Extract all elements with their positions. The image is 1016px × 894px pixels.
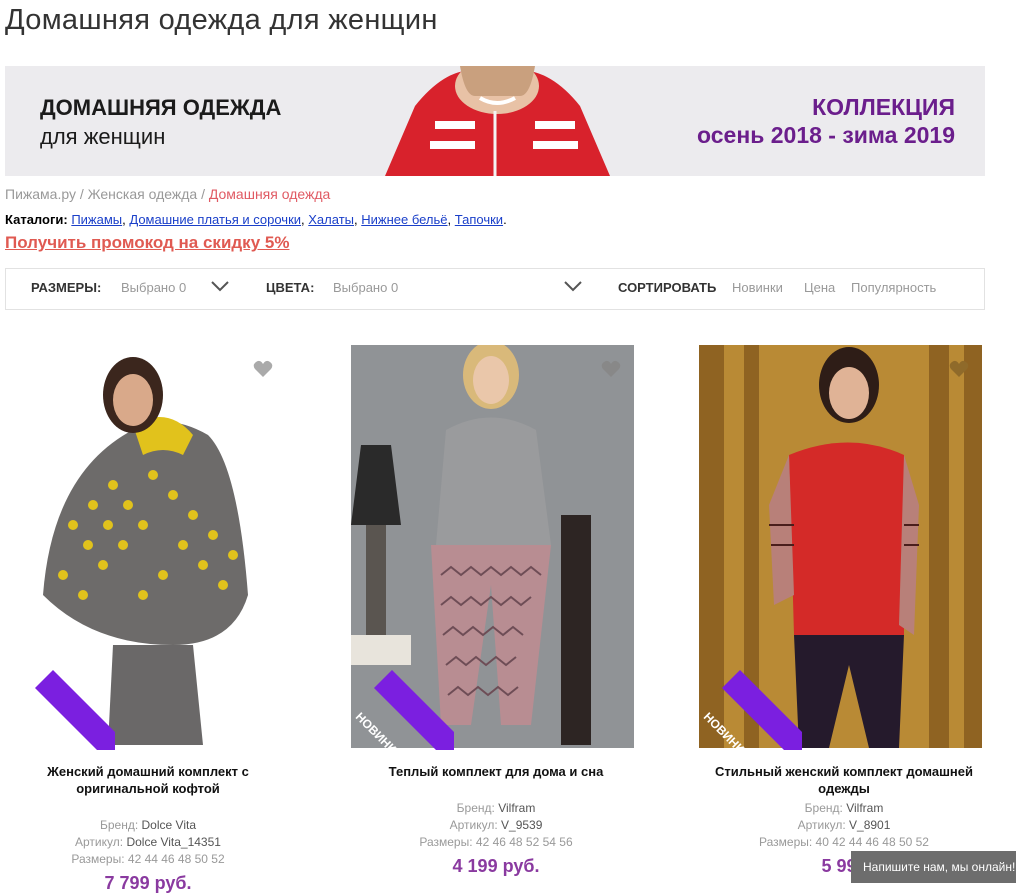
catalog-link-pajamas[interactable]: Пижамы	[71, 212, 122, 227]
banner-season: осень 2018 - зима 2019	[697, 122, 955, 148]
product-brand: Бренд: Vilfram	[456, 801, 536, 815]
product-article: Артикул: V_8901	[797, 818, 891, 832]
catalog-link-dresses[interactable]: Домашние платья и сорочки	[129, 212, 301, 227]
sort-option-new[interactable]: Новинки	[732, 280, 783, 295]
sizes-filter-value[interactable]: Выбрано 0	[121, 280, 186, 295]
catalog-links: Каталоги: Пижамы, Домашние платья и соро…	[5, 212, 507, 227]
banner-collection-label: КОЛЛЕКЦИЯ	[812, 94, 955, 120]
chevron-down-icon[interactable]	[563, 278, 583, 294]
sort-option-popularity[interactable]: Популярность	[851, 280, 936, 295]
colors-filter-value[interactable]: Выбрано 0	[333, 280, 398, 295]
catalog-link-robes[interactable]: Халаты	[308, 212, 354, 227]
colors-filter-label[interactable]: ЦВЕТА:	[266, 280, 314, 295]
promo-banner[interactable]: ДОМАШНЯЯ ОДЕЖДА для женщин КОЛЛЕКЦИЯ осе…	[5, 66, 985, 176]
banner-subheadline: для женщин	[40, 124, 166, 149]
heart-icon[interactable]	[601, 360, 621, 378]
sizes-filter-label[interactable]: РАЗМЕРЫ:	[31, 280, 101, 295]
product-sizes: Размеры: 42 44 46 48 50 52	[71, 852, 225, 866]
sort-label: СОРТИРОВАТЬ	[618, 280, 717, 295]
catalog-link-underwear[interactable]: Нижнее бельё	[361, 212, 447, 227]
heart-icon[interactable]	[949, 360, 969, 378]
banner-headline: ДОМАШНЯЯ ОДЕЖДА	[40, 95, 282, 120]
banner-model-image	[375, 66, 615, 176]
sort-option-price[interactable]: Цена	[804, 280, 835, 295]
catalog-link-slippers[interactable]: Тапочки	[455, 212, 503, 227]
product-brand: Бренд: Vilfram	[804, 801, 884, 815]
promo-code-link[interactable]: Получить промокод на скидку 5%	[5, 233, 289, 253]
product-name[interactable]: Теплый комплект для дома и сна	[351, 763, 641, 780]
page-title: Домашняя одежда для женщин	[5, 4, 438, 36]
breadcrumb-current: Домашняя одежда	[208, 186, 331, 202]
product-sizes: Размеры: 42 46 48 52 54 56	[419, 835, 573, 849]
product-article: Артикул: V_9539	[449, 818, 543, 832]
heart-icon[interactable]	[253, 360, 273, 378]
product-price: 7 799 руб.	[104, 873, 192, 893]
filter-bar: РАЗМЕРЫ: Выбрано 0 ЦВЕТА: Выбрано 0 СОРТ…	[5, 268, 985, 310]
product-sizes: Размеры: 40 42 44 46 48 50 52	[759, 835, 929, 849]
product-name[interactable]: Женский домашний комплект с оригинальной…	[3, 763, 293, 797]
product-brand: Бренд: Dolce Vita	[99, 818, 196, 832]
catalogs-label: Каталоги:	[5, 212, 68, 227]
chevron-down-icon[interactable]	[210, 278, 230, 294]
chat-widget[interactable]: Напишите нам, мы онлайн!	[851, 851, 1016, 883]
breadcrumb: Пижама.ру / Женская одежда / Домашняя од…	[5, 186, 331, 202]
product-name[interactable]: Стильный женский комплект домашней одежд…	[699, 763, 989, 797]
product-price: 4 199 руб.	[452, 856, 540, 876]
breadcrumb-women[interactable]: Женская одежда	[88, 186, 198, 202]
breadcrumb-home[interactable]: Пижама.ру	[5, 186, 76, 202]
product-article: Артикул: Dolce Vita_14351	[75, 835, 221, 849]
